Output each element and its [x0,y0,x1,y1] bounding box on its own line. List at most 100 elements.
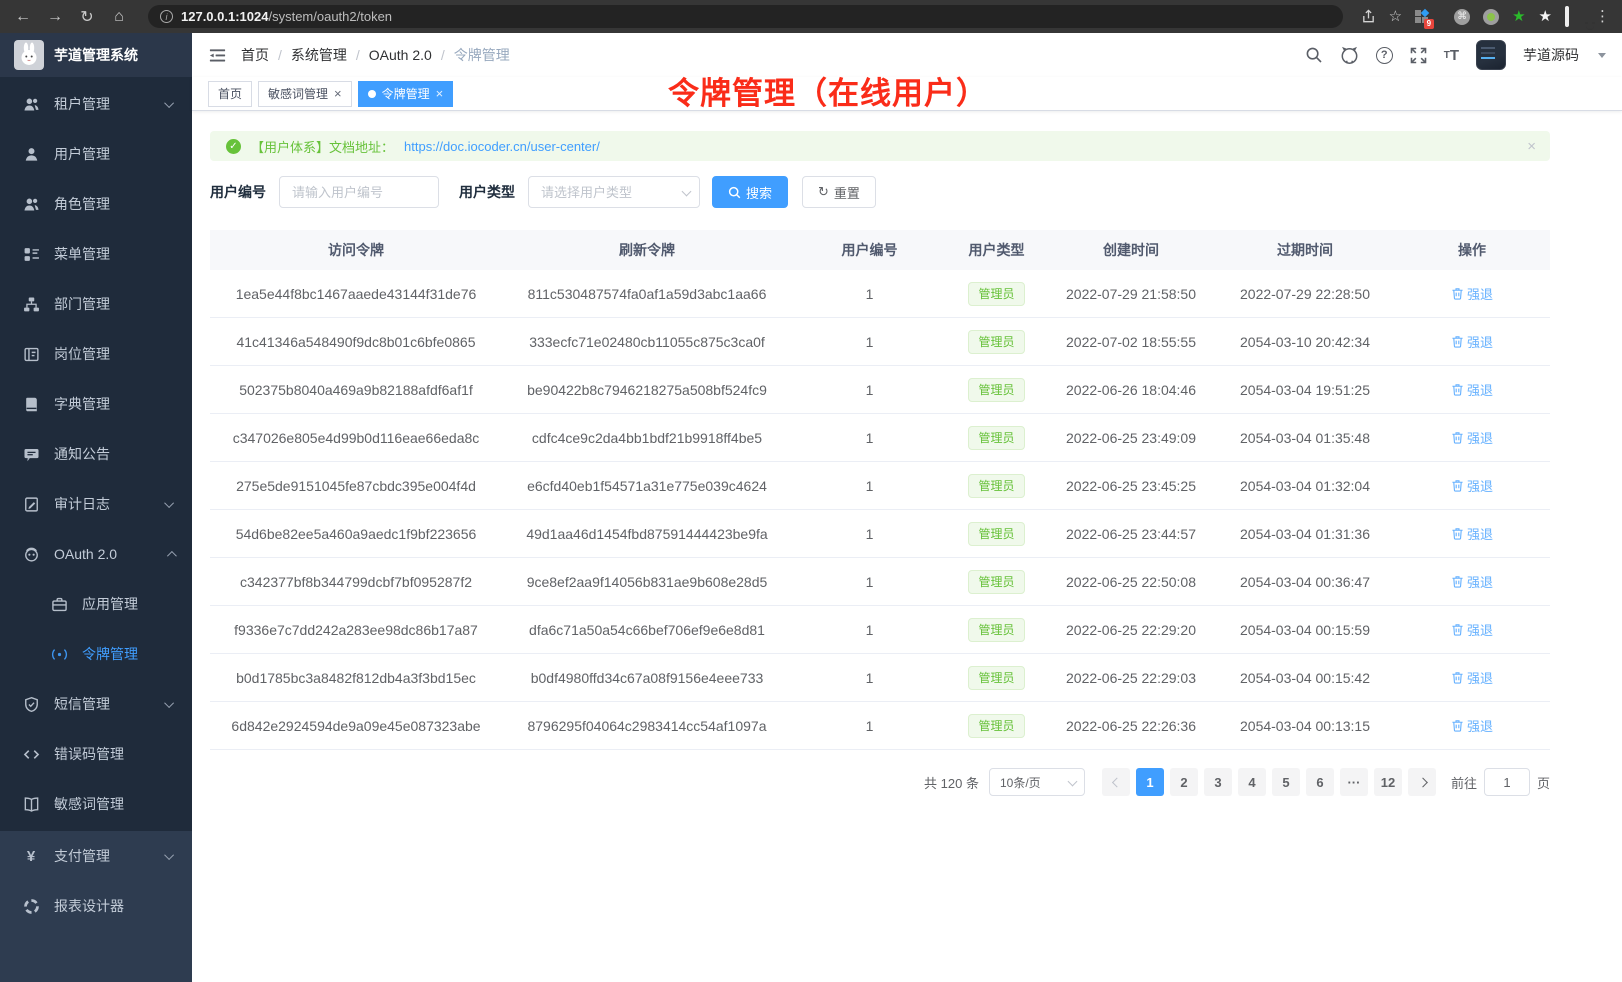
side-panel-icon[interactable] [1565,9,1569,24]
user-type-select[interactable] [528,176,700,208]
bookmark-star-icon[interactable]: ☆ [1389,9,1402,24]
user-type-badge: 管理员 [968,618,1024,642]
breadcrumb-home[interactable]: 首页 [241,45,269,65]
role-icon [22,195,40,213]
back-icon[interactable]: ← [12,8,34,26]
sidebar-item[interactable]: 错误码管理 [0,729,192,779]
forward-icon[interactable]: → [44,8,66,26]
force-logout-button[interactable]: 强退 [1451,668,1493,687]
force-logout-button[interactable]: 强退 [1451,620,1493,639]
help-icon[interactable]: ? [1376,47,1393,64]
reload-icon[interactable]: ↻ [76,7,98,27]
sidebar-item-label: 报表设计器 [54,896,124,916]
force-logout-button[interactable]: 强退 [1451,476,1493,495]
user-id-input[interactable] [279,176,439,208]
action-cell: 强退 [1394,414,1550,461]
sidebar-item[interactable]: 短信管理 [0,679,192,729]
user-menu-caret-icon[interactable] [1598,53,1606,58]
sidebar-item[interactable]: 应用管理 [0,579,192,629]
access-token-cell: 502375b8040a469a9b82188afdf6af1f [210,366,502,413]
page-number-button[interactable]: 2 [1170,768,1198,796]
breadcrumb-oauth[interactable]: OAuth 2.0 [369,47,432,63]
extension-grid-icon[interactable]: 9 [1415,10,1428,23]
breadcrumb-system[interactable]: 系统管理 [291,45,347,65]
create-time-cell: 2022-06-25 22:29:03 [1046,654,1216,701]
force-logout-button[interactable]: 强退 [1451,572,1493,591]
user-type-badge: 管理员 [968,282,1024,306]
reset-button[interactable]: ↻ 重置 [802,176,876,208]
sidebar-item[interactable]: 令牌管理 [0,629,192,679]
sidebar-item-label: 短信管理 [54,694,110,714]
prev-page-button[interactable] [1102,768,1130,796]
action-cell: 强退 [1394,654,1550,701]
page-number-button[interactable]: ··· [1340,768,1368,796]
fullscreen-icon[interactable] [1410,47,1427,64]
site-info-icon[interactable]: i [160,10,173,23]
sidebar-item[interactable]: 字典管理 [0,379,192,429]
sidebar-item[interactable]: 角色管理 [0,179,192,229]
sidebar-item[interactable]: ¥ 支付管理 [0,831,192,881]
table-row: c342377bf8b344799dcbf7bf095287f2 9ce8ef2… [210,558,1550,606]
url-path: /system/oauth2/token [268,9,392,24]
alert-close-icon[interactable]: × [1527,138,1536,155]
recorder-extension-icon[interactable] [1483,9,1499,25]
sidebar-item-label: 菜单管理 [54,244,110,264]
page-number-button[interactable]: 12 [1374,768,1402,796]
view-tab[interactable]: 首页 × [208,81,252,107]
force-logout-button[interactable]: 强退 [1451,524,1493,543]
command-extension-icon[interactable]: ⌘ [1454,9,1470,25]
force-logout-button[interactable]: 强退 [1451,284,1493,303]
page-number-button[interactable]: 1 [1136,768,1164,796]
view-tab[interactable]: 敏感词管理 × [258,81,352,107]
collapse-sidebar-icon[interactable] [208,46,227,65]
search-icon[interactable] [1305,46,1323,64]
force-logout-button[interactable]: 强退 [1451,716,1493,735]
user-type-cell: 管理员 [947,606,1046,653]
font-size-icon[interactable]: TT [1444,47,1459,64]
sidebar-item-label: 部门管理 [54,294,110,314]
next-page-button[interactable] [1408,768,1436,796]
sidebar-item[interactable]: 敏感词管理 [0,779,192,829]
browser-menu-icon[interactable]: ⋮ [1595,9,1610,24]
tab-close-icon[interactable]: × [436,87,444,100]
page-size-select[interactable] [989,768,1085,796]
search-button[interactable]: 搜索 [712,176,788,208]
tab-close-icon[interactable]: × [334,87,342,100]
user-type-cell: 管理员 [947,702,1046,749]
sidebar-item[interactable]: 岗位管理 [0,329,192,379]
create-time-cell: 2022-06-25 22:29:20 [1046,606,1216,653]
force-logout-button[interactable]: 强退 [1451,332,1493,351]
share-icon[interactable] [1361,9,1376,24]
expire-time-cell: 2054-03-04 01:35:48 [1216,414,1394,461]
sidebar-item[interactable]: 菜单管理 [0,229,192,279]
page-number-button[interactable]: 6 [1306,768,1334,796]
page-number-button[interactable]: 3 [1204,768,1232,796]
sidebar-item[interactable]: 报表设计器 [0,881,192,931]
page-number-button[interactable]: 4 [1238,768,1266,796]
page-number-button[interactable]: 5 [1272,768,1300,796]
sidebar-item[interactable]: 通知公告 [0,429,192,479]
address-bar[interactable]: i 127.0.0.1:1024/system/oauth2/token [148,5,1343,28]
sidebar-item-label: 租户管理 [54,94,110,114]
user-avatar[interactable] [1476,40,1506,70]
force-logout-button[interactable]: 强退 [1451,428,1493,447]
green-star-extension-icon[interactable]: ★ [1512,9,1525,24]
sidebar-item[interactable]: 用户管理 [0,129,192,179]
dept-icon [22,295,40,313]
username[interactable]: 芋道源码 [1523,45,1579,65]
view-tab[interactable]: 令牌管理 × [358,81,454,107]
logo-avatar [14,40,44,70]
sidebar-item[interactable]: 租户管理 [0,79,192,129]
goto-page-input[interactable] [1484,768,1530,796]
sidebar-item[interactable]: 审计日志 [0,479,192,529]
doc-link[interactable]: https://doc.iocoder.cn/user-center/ [404,139,600,154]
sidebar-item[interactable]: OAuth 2.0 [0,529,192,579]
force-logout-button[interactable]: 强退 [1451,380,1493,399]
white-star-extension-icon[interactable]: ★ [1539,9,1552,24]
home-icon[interactable]: ⌂ [108,8,130,26]
doc-alert: ✓ 【用户体系】文档地址： https://doc.iocoder.cn/use… [210,131,1550,161]
table-row: f9336e7c7dd242a283ee98dc86b17a87 dfa6c71… [210,606,1550,654]
github-icon[interactable] [1340,46,1359,65]
sidebar-item[interactable]: 部门管理 [0,279,192,329]
logo-row[interactable]: 芋道管理系统 [0,33,192,77]
